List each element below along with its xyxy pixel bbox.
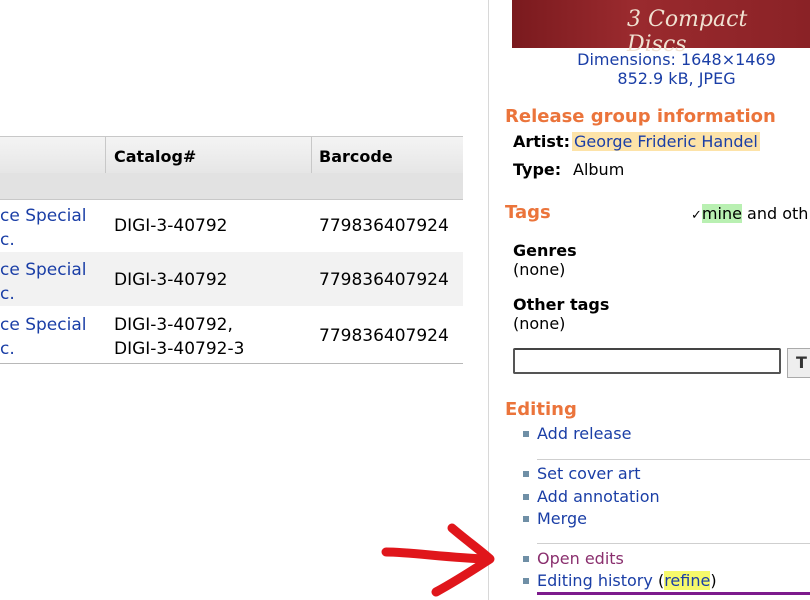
add-annotation-link[interactable]: Add annotation — [537, 487, 660, 506]
others-tags-link[interactable]: and oth — [747, 204, 808, 223]
bullet-icon — [523, 556, 529, 562]
release-group-title: Release group information — [505, 106, 776, 127]
cover-art-image[interactable]: 3 Compact Discs — [512, 0, 810, 57]
annotation-arrow-icon — [381, 523, 495, 597]
divider — [537, 543, 810, 544]
column-header-barcode[interactable]: Barcode — [319, 147, 393, 166]
genres-value: (none) — [513, 260, 566, 279]
tag-submit-button[interactable]: T — [787, 348, 810, 378]
bullet-icon — [523, 431, 529, 437]
genres-label: Genres — [513, 241, 577, 260]
refine-link[interactable]: refine — [664, 571, 711, 590]
bullet-icon — [523, 578, 529, 584]
set-cover-art-link[interactable]: Set cover art — [537, 464, 641, 483]
table-row: ce Special c. DIGI-3-40792 779836407924 — [0, 252, 463, 306]
bullet-icon — [523, 516, 529, 522]
tags-title: Tags — [505, 202, 551, 223]
label-link[interactable]: ce Special c. — [0, 258, 86, 306]
artist-link[interactable]: George Frideric Handel — [572, 132, 760, 151]
editing-history-item: Editing history (refine) — [537, 571, 717, 590]
refine-paren: ) — [710, 571, 717, 590]
sidebar: 3 Compact Discs Dimensions: 1648×1469 85… — [488, 0, 810, 600]
cover-file-info-link[interactable]: 852.9 kB, JPEG — [489, 69, 810, 88]
other-tags-value: (none) — [513, 314, 566, 333]
bullet-icon — [523, 494, 529, 500]
table-subheader — [0, 173, 463, 200]
tag-input[interactable] — [513, 348, 781, 374]
label-link[interactable]: ce Special c. — [0, 204, 86, 252]
type-value: Album — [573, 160, 625, 179]
editing-history-link[interactable]: Editing history — [537, 571, 653, 590]
tag-filter: ✓mine and oth — [691, 204, 808, 223]
merge-link[interactable]: Merge — [537, 509, 587, 528]
catalog-number: DIGI-3-40792, DIGI-3-40792-3 — [114, 315, 245, 359]
column-separator — [311, 137, 312, 173]
barcode: 779836407924 — [319, 216, 449, 236]
purple-underline — [537, 592, 810, 595]
column-header-catalog[interactable]: Catalog# — [114, 147, 196, 166]
table-row: ce Special c. DIGI-3-40792, DIGI-3-40792-3… — [0, 306, 463, 362]
type-label: Type: — [513, 160, 562, 179]
bullet-icon — [523, 471, 529, 477]
column-separator — [105, 137, 106, 173]
table-header: Catalog# Barcode — [0, 136, 463, 174]
other-tags-label: Other tags — [513, 295, 610, 314]
mine-tags-link[interactable]: mine — [701, 204, 742, 223]
barcode: 779836407924 — [319, 270, 449, 290]
table-row: ce Special c. DIGI-3-40792 779836407924 — [0, 200, 463, 252]
editing-title: Editing — [505, 399, 577, 420]
artist-label: Artist: — [513, 132, 570, 151]
barcode: 779836407924 — [319, 326, 449, 346]
catalog-number: DIGI-3-40792 — [114, 270, 228, 290]
check-icon: ✓ — [691, 208, 702, 223]
divider — [537, 459, 810, 460]
cover-dimensions-link[interactable]: Dimensions: 1648×1469 — [489, 50, 810, 69]
table-bottom-border — [0, 363, 463, 364]
open-edits-link[interactable]: Open edits — [537, 549, 624, 568]
add-release-link[interactable]: Add release — [537, 424, 631, 443]
catalog-number: DIGI-3-40792 — [114, 216, 228, 236]
label-link[interactable]: ce Special c. — [0, 313, 86, 361]
